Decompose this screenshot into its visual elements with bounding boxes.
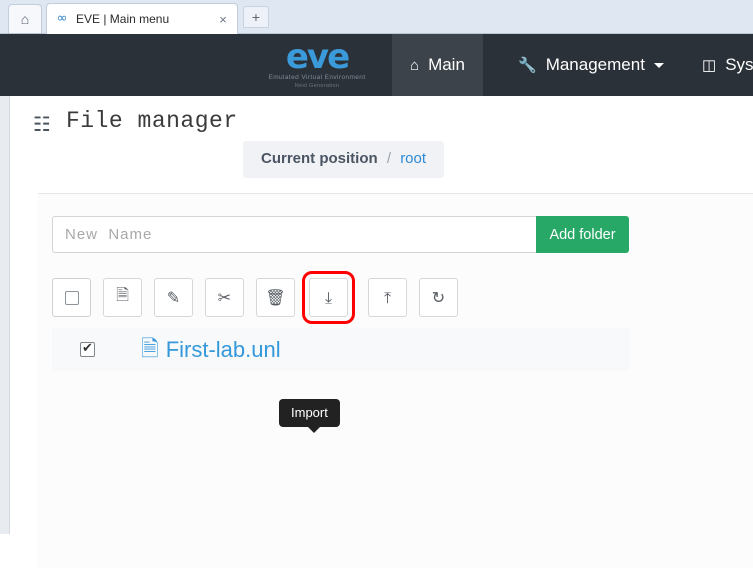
refresh-icon: ↻ [431,288,446,307]
nav-item-main-label: Main [428,55,465,74]
refresh-button[interactable]: ↻ [419,278,458,317]
import-button[interactable]: ⤓ [302,271,355,324]
new-tab-button[interactable]: + [243,6,269,28]
server-icon: ◫ [702,57,717,74]
add-folder-button[interactable]: Add folder [536,216,629,253]
home-icon: ⌂ [410,56,420,74]
row-checkbox[interactable] [80,341,95,357]
trash-icon: 🗑 [265,288,286,307]
file-icon: 🗎 [141,336,159,362]
breadcrumb-label: Current position [261,150,378,167]
upload-arrow-icon: ⤒ [383,287,392,307]
brand-logo-text: eve [285,37,350,77]
eve-infinity-icon: ∞ [56,11,68,26]
browser-tab-title: EVE | Main menu [76,12,170,26]
breadcrumb-separator: / [386,150,392,167]
page-title: File manager [66,108,238,134]
browser-tab-eve-main-menu[interactable]: ∞ EVE | Main menu × [46,3,238,34]
file-icon: 🗎 [116,285,129,304]
nav-item-management[interactable]: 🔧 Management [500,34,682,96]
top-navbar: eve Emulated Virtual Environment Next Ge… [0,34,753,96]
chevron-down-icon [653,62,664,68]
nav-item-main[interactable]: ⌂ Main [392,34,483,96]
new-file-button[interactable]: 🗎 [103,278,142,317]
nav-item-system-label: Syst [725,55,753,74]
nav-item-management-label: Management [545,55,645,74]
wrench-icon: 🔧 [518,57,537,74]
checkbox-square-icon [64,290,79,305]
browser-home-button[interactable]: ⌂ [8,4,42,33]
breadcrumb: Current position / root [243,141,445,178]
home-icon: ⌂ [20,11,30,27]
file-toolbar: 🗎 ✎ ✂ 🗑 ⤓ ⤒ ↻ [52,271,470,324]
scissors-icon: ✂ [217,288,232,307]
page-viewport: eve Emulated Virtual Environment Next Ge… [0,34,753,568]
browser-tab-bar: ⌂ ∞ EVE | Main menu × + [0,0,753,34]
new-name-input[interactable] [52,216,536,253]
nav-item-system[interactable]: ◫ Syst [684,34,753,96]
table-row[interactable]: 🗎 First-lab.unl [52,328,630,371]
edit-rename-button[interactable]: ✎ [154,278,193,317]
page-header: ☷ File manager Current position / root [11,96,753,178]
brand-subtitle-1: Emulated Virtual Environment [268,74,366,81]
brand-logo-block[interactable]: eve Emulated Virtual Environment Next Ge… [247,40,387,90]
page-left-gutter [0,34,10,534]
breadcrumb-item-root[interactable]: root [400,150,426,167]
cut-button[interactable]: ✂ [205,278,244,317]
close-icon[interactable]: × [215,12,231,27]
tooltip-import: Import [279,399,340,433]
delete-button[interactable]: 🗑 [256,278,295,317]
file-manager-panel: Add folder 🗎 ✎ ✂ 🗑 ⤓ ⤒ [38,193,753,568]
export-button[interactable]: ⤒ [368,278,407,317]
pencil-icon: ✎ [166,288,181,307]
brand-subtitle-2: Next Generation [294,83,340,89]
select-all-checkbox[interactable] [52,278,91,317]
sitemap-icon: ☷ [33,112,51,136]
file-name-link[interactable]: First-lab.unl [166,337,281,363]
new-folder-form: Add folder [52,216,629,253]
download-arrow-icon: ⤓ [324,287,333,307]
